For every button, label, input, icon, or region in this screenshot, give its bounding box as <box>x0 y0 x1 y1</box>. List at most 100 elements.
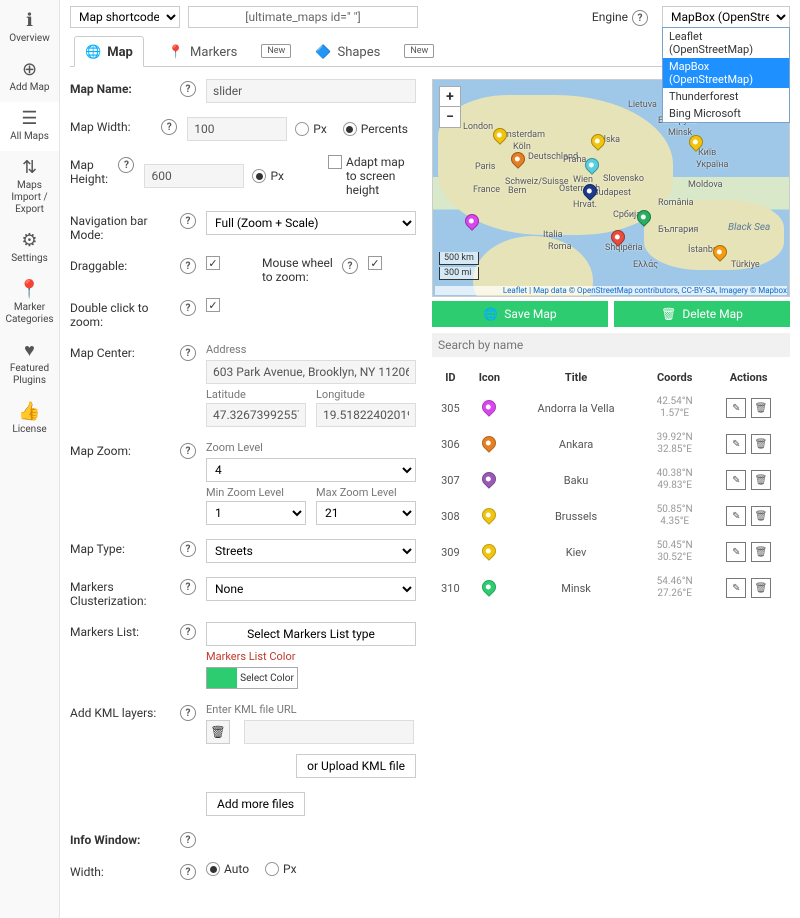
color-picker-button[interactable]: Select Color <box>206 667 298 689</box>
map-label: România <box>658 198 694 208</box>
th-coords[interactable]: Coords <box>642 365 707 390</box>
upload-kml-button[interactable]: or Upload KML file <box>296 754 416 778</box>
help-icon[interactable]: ? <box>180 541 196 557</box>
edit-button[interactable]: ✎ <box>726 470 746 490</box>
shortcode-value[interactable] <box>188 6 418 28</box>
help-icon[interactable]: ? <box>180 213 196 229</box>
help-icon[interactable]: ? <box>180 300 196 316</box>
cluster-select[interactable]: None <box>206 577 416 601</box>
help-icon[interactable]: ? <box>180 864 196 880</box>
trash-icon[interactable]: 🗑 <box>206 720 230 744</box>
kml-url-input[interactable] <box>244 720 414 744</box>
map-width-input[interactable] <box>187 117 287 141</box>
delete-button[interactable]: 🗑 <box>751 470 771 490</box>
cell-title: Ankara <box>510 426 642 462</box>
help-icon[interactable]: ? <box>180 579 196 595</box>
cell-id: 310 <box>432 570 469 606</box>
map-attribution: Leaflet | Map data © OpenStreetMap contr… <box>435 286 787 295</box>
mousewheel-checkbox[interactable] <box>368 256 382 270</box>
form-panel: Map Name: ? Map Width: ? Px Percents Map… <box>70 79 420 908</box>
edit-button[interactable]: ✎ <box>726 506 746 526</box>
th-actions[interactable]: Actions <box>707 365 790 390</box>
draggable-label: Draggable: <box>70 256 180 273</box>
shortcode-type-select[interactable]: Map shortcode <box>70 6 180 28</box>
table-row: 309 Kiev 50.45°N30.52°E ✎ 🗑 <box>432 534 790 570</box>
zoom-in-button[interactable]: + <box>440 87 460 107</box>
th-id[interactable]: ID <box>432 365 469 390</box>
width-auto-radio[interactable]: Auto <box>206 862 249 876</box>
cell-title: Baku <box>510 462 642 498</box>
help-icon[interactable]: ? <box>180 624 196 640</box>
delete-map-button[interactable]: 🗑Delete Map <box>614 301 790 327</box>
minzoom-sublabel: Min Zoom Level <box>206 486 306 499</box>
engine-option[interactable]: Thunderforest <box>663 88 789 105</box>
delete-button[interactable]: 🗑 <box>751 434 771 454</box>
help-icon[interactable]: ? <box>180 832 196 848</box>
engine-option[interactable]: MapBox (OpenStreetMap) <box>663 58 789 88</box>
height-px-radio[interactable]: Px <box>252 169 284 183</box>
delete-button[interactable]: 🗑 <box>751 578 771 598</box>
help-icon[interactable]: ? <box>180 705 196 721</box>
sidebar-item[interactable]: ♥Featured Plugins <box>0 334 59 395</box>
th-icon[interactable]: Icon <box>469 365 510 390</box>
map-height-input[interactable] <box>144 164 244 188</box>
th-title[interactable]: Title <box>510 365 642 390</box>
help-icon[interactable]: ? <box>342 258 358 274</box>
sidebar-item[interactable]: ⚙Settings <box>0 224 59 273</box>
maptype-select[interactable]: Streets <box>206 539 416 563</box>
add-more-files-button[interactable]: Add more files <box>206 792 305 816</box>
edit-button[interactable]: ✎ <box>726 578 746 598</box>
engine-option[interactable]: Leaflet (OpenStreetMap) <box>663 28 789 58</box>
sidebar-item[interactable]: ☰All Maps <box>0 102 59 151</box>
engine-option[interactable]: Bing Microsoft <box>663 105 789 122</box>
help-icon[interactable]: ? <box>161 119 177 135</box>
sidebar-icon: ℹ <box>26 10 33 31</box>
cell-id: 305 <box>432 390 469 426</box>
lat-input[interactable] <box>206 403 306 427</box>
edit-button[interactable]: ✎ <box>726 398 746 418</box>
sidebar-item[interactable]: 📍Marker Categories <box>0 273 59 334</box>
lon-input[interactable] <box>316 403 416 427</box>
delete-button[interactable]: 🗑 <box>751 542 771 562</box>
zoom-out-button[interactable]: − <box>440 107 460 127</box>
width-percents-radio[interactable]: Percents <box>343 122 408 136</box>
sidebar-item[interactable]: ⊕Add Map <box>0 53 59 102</box>
map-name-input[interactable] <box>206 79 416 103</box>
sidebar-item[interactable]: ⇅Maps Import / Export <box>0 151 59 224</box>
help-icon[interactable]: ? <box>180 81 196 97</box>
help-icon[interactable]: ? <box>180 258 196 274</box>
mapcenter-label: Map Center: <box>70 343 180 360</box>
mapzoom-label: Map Zoom: <box>70 441 180 458</box>
tab-map[interactable]: 🌐Map <box>74 36 144 67</box>
draggable-checkbox[interactable] <box>206 256 220 270</box>
tab-markers[interactable]: 📍Markers <box>158 37 247 66</box>
map-label: Moldova <box>688 180 723 190</box>
adapt-checkbox[interactable]: Adapt map to screen height <box>328 155 408 197</box>
dblclick-checkbox[interactable] <box>206 298 220 312</box>
cell-icon <box>469 390 510 426</box>
maxzoom-select[interactable]: 21 <box>316 501 416 525</box>
search-input[interactable] <box>432 333 790 357</box>
delete-button[interactable]: 🗑 <box>751 506 771 526</box>
help-icon[interactable]: ? <box>632 10 648 26</box>
width-px-radio[interactable]: Px <box>295 122 327 136</box>
tab-shapes[interactable]: 🔷Shapes <box>305 37 390 66</box>
edit-button[interactable]: ✎ <box>726 542 746 562</box>
help-icon[interactable]: ? <box>180 345 196 361</box>
map-label: Paris <box>475 162 495 172</box>
minzoom-select[interactable]: 1 <box>206 501 306 525</box>
zoom-select[interactable]: 4 <box>206 458 416 482</box>
kml-url-sublabel: Enter KML file URL <box>206 703 416 716</box>
help-icon[interactable]: ? <box>180 443 196 459</box>
navbar-select[interactable]: Full (Zoom + Scale) <box>206 211 416 235</box>
save-map-button[interactable]: 🌐Save Map <box>432 301 608 327</box>
select-markers-list-button[interactable]: Select Markers List type <box>206 622 416 646</box>
address-input[interactable] <box>206 360 416 384</box>
edit-button[interactable]: ✎ <box>726 434 746 454</box>
engine-select[interactable]: MapBox (OpenStreetM <box>662 6 790 28</box>
help-icon[interactable]: ? <box>118 157 134 173</box>
sidebar-item[interactable]: 👍License <box>0 395 59 444</box>
width-px-radio[interactable]: Px <box>265 862 297 876</box>
delete-button[interactable]: 🗑 <box>751 398 771 418</box>
sidebar-item[interactable]: ℹOverview <box>0 4 59 53</box>
